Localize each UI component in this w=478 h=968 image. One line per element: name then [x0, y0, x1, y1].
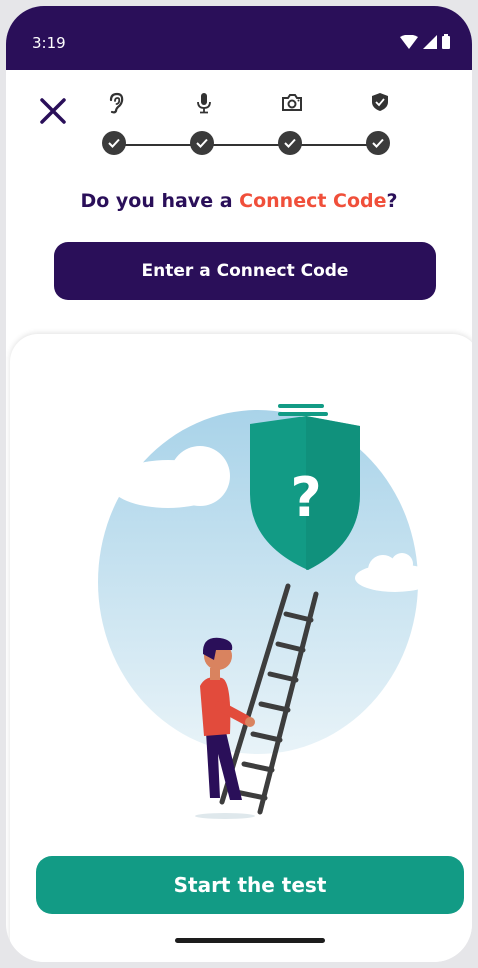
close-icon	[40, 98, 66, 124]
home-indicator[interactable]	[175, 938, 325, 943]
connect-code-question: Do you have a Connect Code?	[6, 190, 472, 212]
step-camera	[278, 92, 306, 155]
ear-icon	[109, 92, 124, 114]
wifi-icon	[400, 34, 418, 49]
test-card: ? Start the test	[10, 334, 472, 962]
status-time: 3:19	[32, 34, 66, 52]
start-test-button[interactable]: Start the test	[36, 856, 464, 914]
status-bar: 3:19	[6, 6, 472, 70]
battery-icon	[442, 34, 450, 49]
shield-icon	[372, 93, 388, 111]
question-prefix: Do you have a	[80, 190, 240, 212]
camera-icon	[282, 94, 302, 111]
step-check-icon	[366, 131, 390, 155]
step-check-icon	[190, 131, 214, 155]
step-security	[366, 92, 394, 155]
person-climbing-ladder-illustration: ?	[98, 404, 435, 819]
shield-question-mark: ?	[290, 466, 321, 529]
step-check-icon	[278, 131, 302, 155]
phone-screen: 3:19 Do you have a Connect Code? Enter a…	[6, 6, 472, 962]
microphone-icon	[197, 93, 211, 114]
shield-motion-lines	[278, 404, 328, 416]
status-icons	[400, 34, 450, 49]
progress-stepper	[102, 92, 392, 158]
question-accent: Connect Code	[239, 190, 387, 212]
step-hearing	[102, 92, 130, 155]
step-microphone	[190, 92, 218, 155]
cell-signal-icon	[423, 34, 437, 49]
enter-connect-code-button[interactable]: Enter a Connect Code	[54, 242, 436, 300]
question-suffix: ?	[386, 190, 398, 212]
step-check-icon	[102, 131, 126, 155]
close-button[interactable]	[36, 94, 70, 128]
stepper-line	[116, 144, 378, 146]
